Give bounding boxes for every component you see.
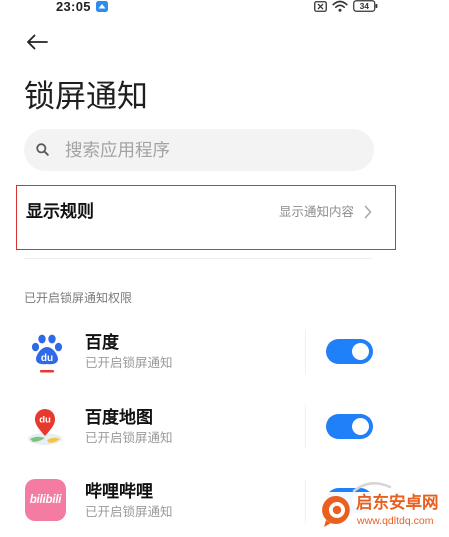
page-title: 锁屏通知	[24, 79, 148, 114]
toggle-knob	[352, 343, 369, 360]
baidu-map-icon: du	[28, 409, 62, 445]
row-divider	[305, 330, 306, 374]
wifi-icon	[332, 0, 348, 12]
toggle-baidu[interactable]	[326, 339, 373, 364]
app-status: 已开启锁屏通知	[85, 505, 173, 519]
divider	[24, 258, 372, 259]
app-row-baidu[interactable]: du 百度 已开启锁屏通知	[24, 328, 374, 376]
search-input[interactable]	[65, 129, 355, 171]
back-arrow-icon	[27, 34, 48, 50]
section-title: 已开启锁屏通知权限	[24, 291, 133, 305]
app-status: 已开启锁屏通知	[85, 356, 173, 370]
display-rule-label: 显示规则	[26, 202, 94, 221]
baidu-icon-text: du	[41, 353, 53, 364]
search-icon	[36, 143, 49, 156]
sim-off-icon	[314, 1, 327, 12]
baidu-map-icon-text: du	[39, 415, 51, 426]
display-rule-row[interactable]: 显示规则 显示通知内容	[24, 186, 374, 238]
watermark-logo-icon	[322, 495, 350, 527]
row-divider	[305, 405, 306, 449]
baidu-icon: du	[31, 334, 63, 373]
watermark: 启东安卓网 www.qdltdq.com	[318, 492, 446, 532]
watermark-swoosh	[352, 482, 392, 492]
back-button[interactable]	[26, 34, 50, 52]
app-name: 百度	[85, 333, 119, 352]
display-rule-value: 显示通知内容	[278, 205, 354, 219]
notification-icon	[96, 1, 108, 12]
row-divider	[305, 479, 306, 523]
battery-level: 34	[360, 1, 370, 11]
bilibili-icon: bilibili	[25, 479, 66, 521]
watermark-name: 启东安卓网	[356, 494, 439, 512]
search-box[interactable]	[24, 129, 374, 171]
toggle-knob	[352, 418, 369, 435]
app-name: 哔哩哔哩	[85, 482, 153, 501]
app-row-baidu-map[interactable]: du 百度地图 已开启锁屏通知	[24, 403, 374, 451]
battery-icon: 34	[353, 0, 378, 12]
toggle-baidu-map[interactable]	[326, 414, 373, 439]
bilibili-icon-text: bilibili	[29, 494, 62, 506]
app-name: 百度地图	[85, 408, 153, 427]
chevron-right-icon	[364, 205, 372, 219]
watermark-url: www.qdltdq.com	[357, 515, 434, 527]
lock-screen-notification-settings: 23:05 34 锁屏通知 显示规则 显示通知内容	[0, 0, 449, 537]
status-time: 23:05	[56, 0, 91, 14]
app-status: 已开启锁屏通知	[85, 431, 173, 445]
